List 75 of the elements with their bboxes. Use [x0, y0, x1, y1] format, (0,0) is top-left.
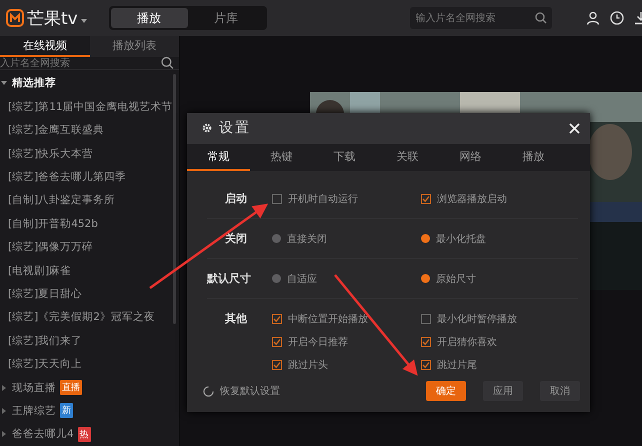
- section-label: 关闭: [224, 231, 247, 248]
- reset-button[interactable]: 恢复默认设置: [203, 384, 280, 398]
- category-item[interactable]: 爸爸去哪儿4: [12, 427, 74, 442]
- radio-button[interactable]: [421, 274, 430, 284]
- dialog-button[interactable]: 取消: [540, 381, 580, 402]
- category-item[interactable]: 现场直播: [12, 380, 56, 395]
- radio-button[interactable]: [272, 234, 281, 244]
- option-label: 开启猜你喜欢: [437, 336, 497, 349]
- category-tag: 新: [60, 403, 73, 418]
- option-label: 最小化时暂停播放: [437, 312, 517, 326]
- option-label: 跳过片头: [288, 358, 328, 372]
- sidebar-tab[interactable]: 播放列表: [90, 36, 179, 58]
- program-item[interactable]: [综艺]第11届中国金鹰电视艺术节: [8, 100, 173, 114]
- settings-tab[interactable]: 常规: [187, 144, 250, 172]
- mode-tab[interactable]: 播放: [110, 8, 188, 28]
- option-label: 开启今日推荐: [288, 336, 348, 349]
- expanded-caret-icon[interactable]: [1, 81, 7, 86]
- checkbox[interactable]: [272, 314, 282, 324]
- gear-icon: [201, 122, 213, 134]
- radio-button[interactable]: [421, 234, 430, 244]
- collapsed-caret-icon[interactable]: [2, 431, 6, 438]
- close-button[interactable]: [569, 122, 580, 134]
- search-icon[interactable]: [161, 56, 174, 70]
- checkbox[interactable]: [421, 360, 431, 370]
- category-item[interactable]: 精选推荐: [12, 76, 56, 90]
- checkbox[interactable]: [421, 314, 431, 324]
- user-icon[interactable]: [586, 11, 600, 25]
- category-item[interactable]: 王牌综艺: [12, 404, 56, 418]
- program-item[interactable]: [综艺]偶像万万碎: [8, 240, 94, 254]
- category-tag: 直播: [60, 380, 82, 396]
- option-label: 原始尺寸: [436, 272, 476, 286]
- dialog-title: 设置: [219, 119, 251, 138]
- checkbox[interactable]: [421, 194, 431, 204]
- logo-icon: [6, 9, 24, 27]
- program-item[interactable]: [自制]开普勒452b: [8, 216, 98, 231]
- option-label: 自适应: [287, 272, 317, 286]
- option-label: 最小化托盘: [436, 232, 486, 246]
- section-label: 启动: [224, 191, 247, 208]
- collapsed-caret-icon[interactable]: [2, 408, 6, 414]
- refresh-icon: [203, 386, 214, 397]
- settings-tab[interactable]: 网络: [439, 144, 502, 172]
- collapsed-caret-icon[interactable]: [2, 384, 6, 391]
- settings-tab[interactable]: 播放: [502, 144, 565, 172]
- dialog-button[interactable]: 应用: [483, 381, 523, 402]
- settings-tab[interactable]: 热键: [250, 144, 313, 172]
- program-item[interactable]: [综艺]天天向上: [8, 357, 82, 372]
- option-label: 中断位置开始播放: [288, 312, 368, 326]
- option-label: 开机时自动运行: [288, 192, 358, 206]
- program-item[interactable]: [自制]八卦鉴定事务所: [8, 193, 116, 208]
- checkbox[interactable]: [272, 336, 282, 347]
- option-label: 跳过片尾: [437, 358, 477, 372]
- dialog-button[interactable]: 确定: [426, 381, 466, 402]
- checkbox[interactable]: [421, 336, 431, 347]
- app-logo: 芒果tv: [27, 8, 78, 30]
- radio-button[interactable]: [272, 274, 281, 284]
- option-label: 直接关闭: [287, 232, 327, 246]
- program-item[interactable]: [综艺]我们来了: [8, 334, 82, 348]
- checkbox[interactable]: [272, 360, 282, 370]
- program-item[interactable]: [综艺]《完美假期2》冠军之夜: [8, 310, 155, 324]
- settings-tab[interactable]: 下载: [313, 144, 376, 172]
- search-icon[interactable]: [534, 12, 547, 24]
- program-item[interactable]: [综艺]快乐大本营: [8, 146, 94, 161]
- program-item[interactable]: [综艺]夏日甜心: [8, 286, 82, 301]
- category-tag: 热: [78, 426, 91, 442]
- program-item[interactable]: [综艺]爸爸去哪儿第四季: [8, 170, 126, 184]
- caret-icon[interactable]: [80, 19, 87, 23]
- option-label: 浏览器播放启动: [437, 192, 507, 206]
- search-field[interactable]: 输入片名全网搜索: [410, 7, 552, 29]
- mode-tab[interactable]: 片库: [188, 8, 265, 28]
- settings-tab[interactable]: 关联: [376, 144, 439, 172]
- program-item[interactable]: [综艺]金鹰互联盛典: [8, 123, 104, 138]
- checkbox[interactable]: [272, 194, 282, 204]
- program-item[interactable]: [电视剧]麻雀: [8, 264, 72, 278]
- section-label: 其他: [224, 311, 247, 328]
- clock-icon[interactable]: [610, 11, 624, 25]
